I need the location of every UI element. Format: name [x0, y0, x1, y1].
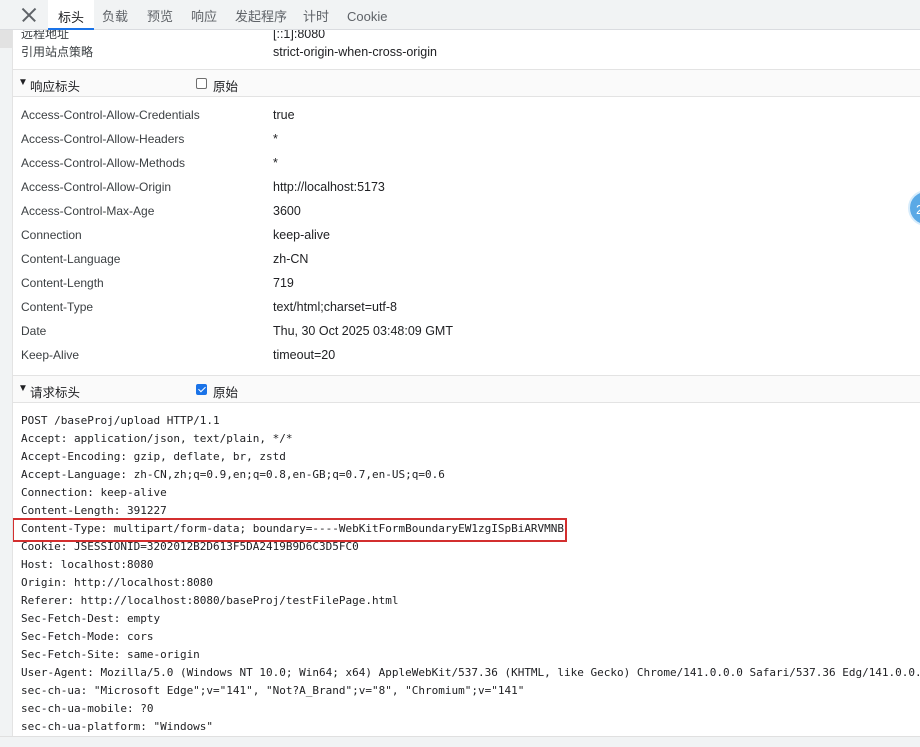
raw-header-line: sec-ch-ua-platform: "Windows" — [21, 720, 214, 733]
expand-triangle-icon: ▼ — [18, 77, 28, 88]
raw-header-line: Host: localhost:8080 — [21, 558, 154, 571]
raw-header-line: Sec-Fetch-Site: same-origin — [21, 648, 200, 661]
tab-cookie[interactable]: Cookie — [347, 0, 387, 30]
raw-header-line: Accept-Language: zh-CN,zh;q=0.9,en;q=0.8… — [21, 468, 445, 481]
raw-header-line: Connection: keep-alive — [21, 486, 167, 499]
raw-checkbox[interactable] — [196, 78, 207, 89]
header-name: Access-Control-Max-Age — [21, 204, 155, 218]
header-value: zh-CN — [273, 252, 309, 266]
raw-checkbox-checked[interactable] — [196, 384, 207, 395]
tab-payload[interactable]: 负载 — [102, 0, 128, 30]
section-title: 响应标头 — [30, 80, 81, 94]
response-headers-toggle[interactable]: ▼ 响应标头 原始 — [13, 69, 920, 97]
header-value: true — [273, 108, 295, 122]
header-name: Content-Length — [21, 276, 104, 290]
header-value: 3600 — [273, 204, 301, 218]
raw-header-line: Origin: http://localhost:8080 — [21, 576, 214, 589]
raw-header-line: Sec-Fetch-Mode: cors — [21, 630, 154, 643]
header-name: Access-Control-Allow-Origin — [21, 180, 172, 194]
header-name: Access-Control-Allow-Methods — [21, 156, 186, 170]
header-value: 719 — [273, 276, 294, 290]
tab-initiator[interactable]: 发起程序 — [235, 0, 287, 30]
header-value: keep-alive — [273, 228, 330, 242]
raw-header-line: sec-ch-ua: "Microsoft Edge";v="141", "No… — [21, 684, 525, 697]
header-name: Date — [21, 324, 47, 338]
tab-preview[interactable]: 预览 — [147, 0, 173, 30]
headers-panel: 远程地址 [::1]:8080 引用站点策略 strict-origin-whe… — [13, 30, 920, 736]
header-value: http://localhost:5173 — [273, 180, 385, 194]
header-name: Content-Type — [21, 300, 94, 314]
header-value: Thu, 30 Oct 2025 03:48:09 GMT — [273, 324, 453, 338]
tab-timing[interactable]: 计时 — [303, 0, 329, 30]
expand-triangle-icon: ▼ — [18, 383, 28, 394]
horizontal-scrollbar[interactable] — [0, 736, 920, 747]
raw-header-line: Accept: application/json, text/plain, */… — [21, 432, 293, 445]
tab-response[interactable]: 响应 — [191, 0, 217, 30]
raw-header-line: User-Agent: Mozilla/5.0 (Windows NT 10.0… — [21, 666, 920, 679]
section-title: 请求标头 — [30, 386, 81, 400]
raw-header-line: Sec-Fetch-Dest: empty — [21, 612, 161, 625]
left-gutter — [0, 0, 13, 746]
close-icon[interactable] — [18, 4, 40, 26]
tab-bar: 标头 负载 预览 响应 发起程序 计时 Cookie — [0, 0, 920, 30]
header-name: Connection — [21, 228, 82, 242]
highlight-box — [13, 518, 567, 542]
header-name: Access-Control-Allow-Credentials — [21, 108, 200, 122]
header-name: Content-Language — [21, 252, 121, 266]
header-name: Access-Control-Allow-Headers — [21, 132, 185, 146]
raw-header-line: POST /baseProj/upload HTTP/1.1 — [21, 414, 220, 427]
raw-request-headers: POST /baseProj/upload HTTP/1.1 Accept: a… — [21, 412, 920, 736]
header-value: * — [273, 132, 278, 146]
header-value: text/html;charset=utf-8 — [273, 300, 398, 314]
gutter-mark — [0, 30, 12, 48]
raw-label: 原始 — [213, 80, 239, 94]
request-headers-toggle[interactable]: ▼ 请求标头 原始 — [13, 375, 920, 403]
raw-label: 原始 — [213, 386, 239, 400]
header-value: timeout=20 — [273, 348, 336, 362]
raw-header-line: Referer: http://localhost:8080/baseProj/… — [21, 594, 399, 607]
tab-headers[interactable]: 标头 — [48, 0, 95, 30]
header-name: Keep-Alive — [21, 348, 80, 362]
header-name: 引用站点策略 — [21, 45, 94, 59]
raw-header-line: Accept-Encoding: gzip, deflate, br, zstd — [21, 450, 286, 463]
header-value: * — [273, 156, 278, 170]
header-value: strict-origin-when-cross-origin — [273, 45, 437, 59]
raw-header-line: sec-ch-ua-mobile: ?0 — [21, 702, 154, 715]
